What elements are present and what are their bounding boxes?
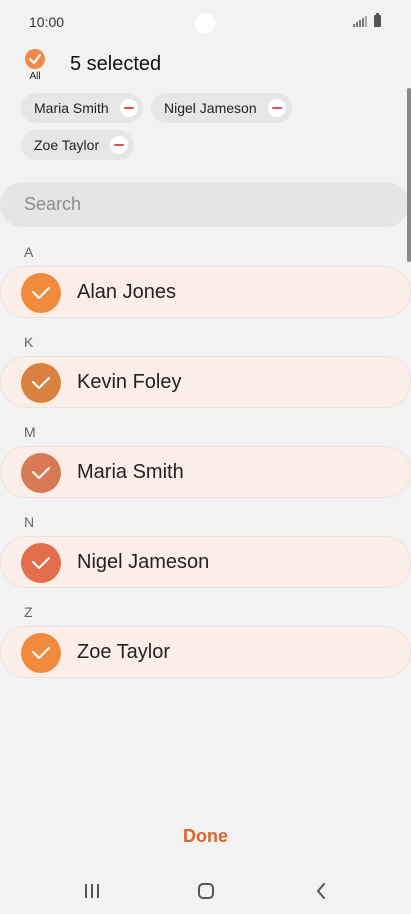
status-bar: 10:00 (0, 0, 411, 46)
section-header: N (24, 514, 35, 530)
remove-icon[interactable] (267, 99, 286, 117)
contact-name: Zoe Taylor (77, 641, 171, 663)
contact-name: Nigel Jameson (77, 551, 210, 573)
contact-row[interactable]: Kevin Foley (0, 356, 411, 408)
selected-chip: Maria Smith (21, 93, 143, 123)
done-button[interactable]: Done (0, 826, 411, 847)
selected-count: 5 selected (70, 53, 162, 75)
selected-chip: Zoe Taylor (21, 130, 134, 160)
remove-icon[interactable] (110, 136, 129, 154)
contact-name: Kevin Foley (77, 371, 182, 393)
home-icon[interactable] (198, 883, 214, 899)
selected-chip: Nigel Jameson (151, 93, 292, 123)
search-bar[interactable] (0, 182, 409, 227)
search-input[interactable] (24, 194, 374, 215)
checkmark-icon (21, 453, 61, 493)
contact-row[interactable]: Alan Jones (0, 266, 411, 318)
contact-name: Alan Jones (77, 281, 176, 303)
checkmark-icon (21, 633, 61, 673)
contact-row[interactable]: Nigel Jameson (0, 536, 411, 588)
checkmark-icon (21, 543, 61, 583)
chip-label: Nigel Jameson (164, 100, 257, 116)
chip-label: Zoe Taylor (34, 137, 100, 153)
navigation-bar (0, 866, 411, 914)
contact-name: Maria Smith (77, 461, 184, 483)
camera-cutout (195, 13, 215, 33)
section-header: Z (24, 604, 33, 620)
back-icon[interactable] (315, 883, 327, 899)
section-header: K (24, 334, 34, 350)
chip-label: Maria Smith (34, 100, 109, 116)
status-time: 10:00 (29, 14, 65, 30)
select-all-label: All (29, 71, 41, 82)
contact-row[interactable]: Zoe Taylor (0, 626, 411, 678)
scrollbar[interactable] (407, 88, 411, 262)
remove-icon[interactable] (119, 99, 138, 117)
contact-row[interactable]: Maria Smith (0, 446, 411, 498)
signal-icon (353, 16, 367, 27)
section-header: M (24, 424, 36, 440)
recent-apps-icon[interactable] (84, 884, 100, 898)
section-header: A (24, 244, 34, 260)
checkmark-icon (25, 49, 45, 69)
select-all-checkbox[interactable]: All (22, 47, 48, 83)
checkmark-icon (21, 273, 61, 313)
battery-icon (374, 13, 381, 27)
checkmark-icon (21, 363, 61, 403)
